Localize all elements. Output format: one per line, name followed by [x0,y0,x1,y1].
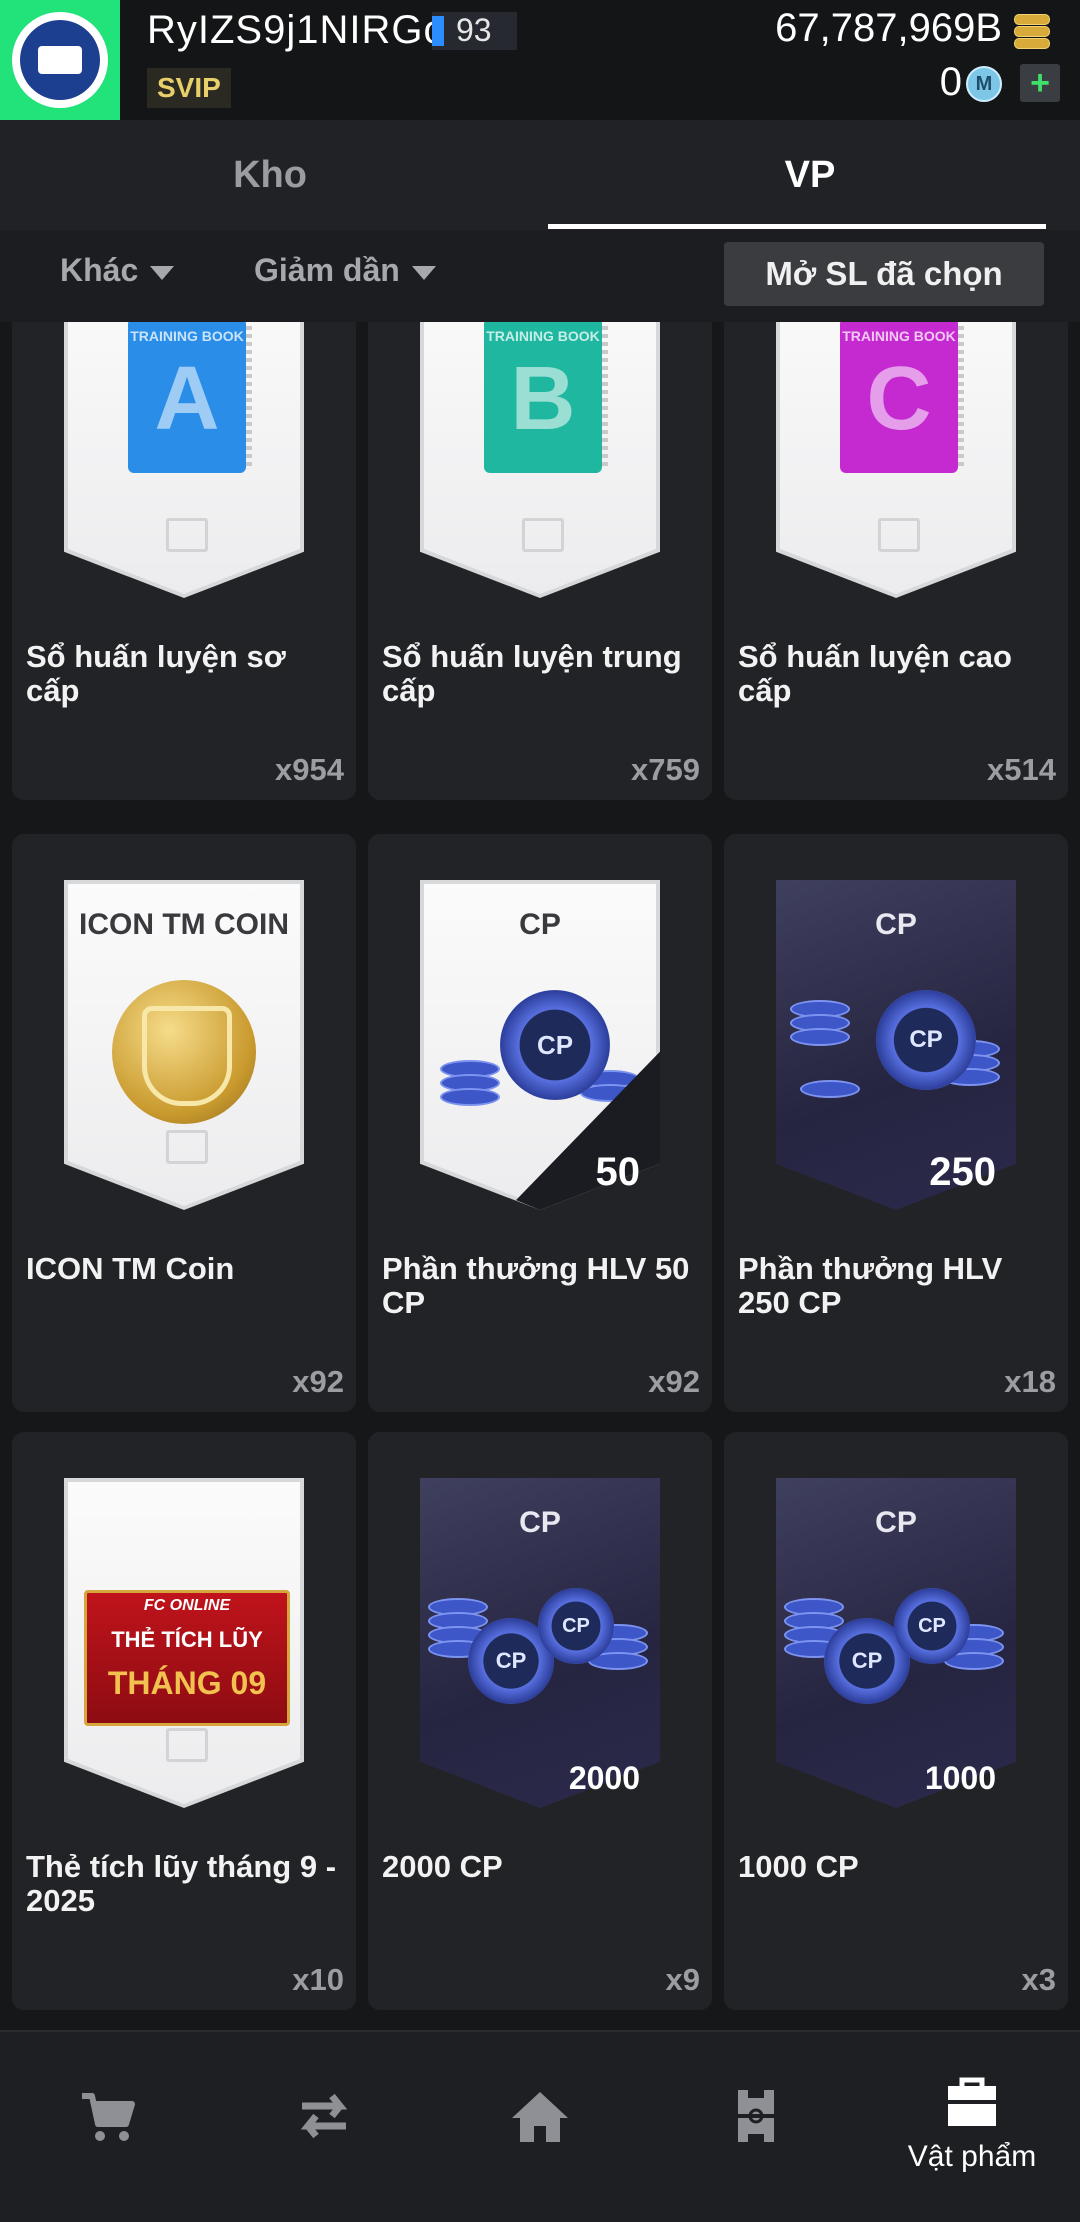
nav-transfer[interactable] [216,2032,432,2222]
item-quantity: x9 [665,1962,700,1997]
item-tile[interactable]: TRAINING BOOK A Sổ huấn luyện sơ cấp x95… [12,322,356,800]
item-quantity: x954 [275,752,344,787]
card-label: CP [519,908,561,941]
cart-icon [82,2093,135,2141]
home-icon [512,2092,568,2142]
level-bar-icon [432,16,444,46]
filter-bar: Khác Giảm dần Mở SL đã chọn [0,230,1080,322]
item-quantity: x18 [1004,1364,1056,1399]
sort-dropdown-label: Giảm dần [254,252,400,288]
training-book-icon: TRAINING BOOK A [128,322,252,473]
item-grid: TRAINING BOOK A Sổ huấn luyện sơ cấp x95… [0,322,1080,2020]
level-badge: 93 [432,12,517,50]
field-icon [738,2090,774,2142]
item-tile[interactable]: TRAINING BOOK B Sổ huấn luyện trung cấp … [368,322,712,800]
item-quantity: x92 [648,1364,700,1399]
item-quantity: x3 [1021,1962,1056,1997]
item-tile[interactable]: CP CP 250 Phần thưởng HLV 250 CP x18 [724,834,1068,1412]
item-card: TRAINING BOOK A [64,322,304,598]
active-tab-indicator [548,224,1046,229]
fc-logo-icon [166,1728,208,1762]
nav-items[interactable]: Vật phẩm [864,2032,1080,2222]
cp-coins-icon: CP CP [428,1588,652,1738]
card-amount: 1000 [924,1760,996,1796]
vip-badge: SVIP [147,68,231,108]
nav-items-label: Vật phẩm [907,2140,1037,2173]
item-card: ICON TM COIN [64,880,304,1210]
mcoin-icon: M [966,66,1002,102]
item-tile[interactable]: CP CP 50 Phần thưởng HLV 50 CP x92 [368,834,712,1412]
bag-icon [948,2077,996,2126]
training-book-icon: TRAINING BOOK C [840,322,964,473]
chevron-down-icon [411,265,436,280]
fc-logo-icon [878,518,920,552]
card-amount: 50 [595,1150,641,1194]
sort-dropdown[interactable]: Giảm dần [254,252,436,289]
item-card: CP CP 250 [776,880,1016,1210]
card-label: CP [519,1506,561,1539]
item-card: FC ONLINE THẺ TÍCH LŨY THÁNG 09 [64,1478,304,1808]
club-badge-icon [12,12,108,108]
training-book-icon: TRAINING BOOK B [484,322,608,473]
item-card: TRAINING BOOK C [776,322,1016,598]
item-name: 2000 CP [382,1849,503,1884]
tab-vp[interactable]: VP [540,120,1080,230]
add-mcoin-button[interactable]: + [1020,64,1060,102]
chevron-down-icon [150,265,175,280]
item-card: CP CP 50 [420,880,660,1210]
level-number: 93 [456,12,492,48]
category-dropdown[interactable]: Khác [60,252,175,289]
fc-logo-icon [522,518,564,552]
item-quantity: x92 [292,1364,344,1399]
club-logo[interactable] [0,0,120,120]
username: RyIZS9j1NIRGo [147,8,447,52]
item-tile[interactable]: TRAINING BOOK C Sổ huấn luyện cao cấp x5… [724,322,1068,800]
item-card: CP CP CP 2000 [420,1478,660,1808]
nav-shop[interactable] [0,2032,216,2222]
item-name: Thẻ tích lũy tháng 9 - 2025 [26,1849,337,1918]
transfer-icon [300,2093,348,2139]
open-selected-button[interactable]: Mở SL đã chọn [724,242,1044,306]
icon-tm-coin-icon [112,980,256,1124]
item-tile[interactable]: CP CP CP 2000 2000 CP x9 [368,1432,712,2010]
nav-home[interactable] [432,2032,648,2222]
item-quantity: x759 [631,752,700,787]
item-name: Phần thưởng HLV 250 CP [738,1251,1003,1320]
item-tile[interactable]: FC ONLINE THẺ TÍCH LŨY THÁNG 09 Thẻ tích… [12,1432,356,2010]
coin-balance: 67,787,969B [775,6,1002,50]
card-label: ICON TM COIN [79,908,289,941]
cp-coins-icon: CP CP [784,1588,1008,1738]
monthly-card-banner-icon: FC ONLINE THẺ TÍCH LŨY THÁNG 09 [84,1590,290,1726]
item-tile[interactable]: CP CP CP 1000 1000 CP x3 [724,1432,1068,2010]
tab-kho[interactable]: Kho [0,120,540,230]
top-header: RyIZS9j1NIRGo 93 SVIP 67,787,969B 0 M + [0,0,1080,120]
mcoin-balance: 0 [939,60,962,104]
item-name: 1000 CP [738,1849,859,1884]
nav-squad[interactable] [648,2032,864,2222]
bottom-nav: Vật phẩm [0,2030,1080,2222]
category-dropdown-label: Khác [60,252,139,288]
item-quantity: x10 [292,1962,344,1997]
item-name: ICON TM Coin [26,1251,235,1286]
fc-logo-icon [166,1130,208,1164]
coin-stack-icon [1014,14,1050,49]
item-tile[interactable]: ICON TM COIN ICON TM Coin x92 [12,834,356,1412]
card-label: CP [875,1506,917,1539]
cp-coins-icon: CP [790,980,1002,1130]
card-label: CP [875,908,917,941]
item-card: CP CP CP 1000 [776,1478,1016,1808]
tab-bar: Kho VP [0,120,1080,230]
fc-logo-icon [166,518,208,552]
item-name: Sổ huấn luyện sơ cấp [26,639,286,708]
item-card: TRAINING BOOK B [420,322,660,598]
item-name: Sổ huấn luyện cao cấp [738,639,1012,708]
card-amount: 250 [929,1150,996,1194]
item-name: Sổ huấn luyện trung cấp [382,639,682,708]
item-quantity: x514 [987,752,1056,787]
card-amount: 2000 [568,1760,640,1796]
item-name: Phần thưởng HLV 50 CP [382,1251,690,1320]
